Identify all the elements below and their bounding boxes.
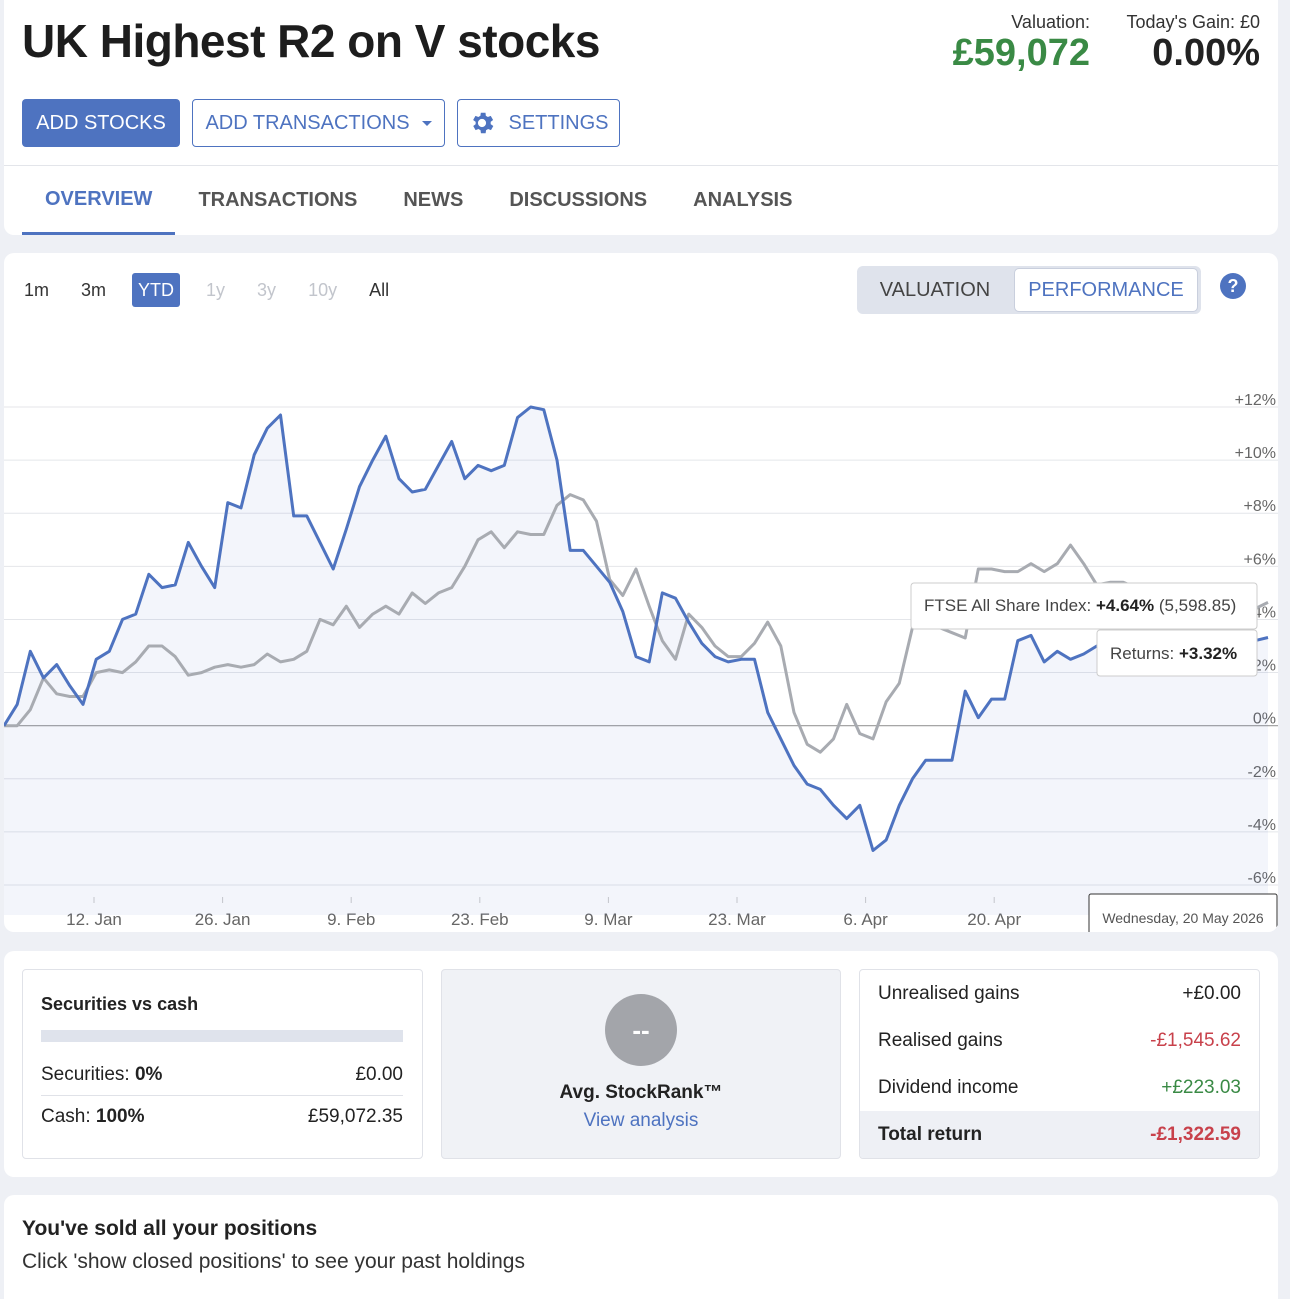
- securities-vs-cash-panel: Securities vs cash Securities: 0% £0.00 …: [22, 969, 423, 1159]
- tab-discussions[interactable]: DISCUSSIONS: [486, 166, 670, 235]
- caret-down-icon: [421, 120, 432, 126]
- securities-value: £0.00: [355, 1064, 403, 1085]
- gain-value: +£0.00: [1182, 982, 1241, 1004]
- cash-percent: 100%: [95, 1106, 145, 1127]
- returns-area: [4, 407, 1268, 915]
- page-title: UK Highest R2 on V stocks: [22, 15, 600, 67]
- y-tick-label: +10%: [1235, 445, 1276, 462]
- stockrank-label: Avg. StockRank™: [559, 1082, 723, 1103]
- y-tick-label: +12%: [1235, 392, 1276, 409]
- performance-chart-card: 1m 3m YTD 1y 3y 10y All VALUATION PERFOR…: [4, 253, 1278, 932]
- gain-value: +£223.03: [1161, 1076, 1241, 1098]
- ftse-tooltip-text: FTSE All Share Index: +4.64% (5,598.85): [924, 596, 1236, 615]
- unrealised-gains-row: Unrealised gains +£0.00: [860, 970, 1259, 1017]
- securities-percent: 0%: [134, 1064, 163, 1085]
- securities-vs-cash-title: Securities vs cash: [41, 994, 199, 1014]
- gains-panel: Unrealised gains +£0.00 Realised gains -…: [859, 969, 1260, 1159]
- performance-chart[interactable]: +12%+10%+8%+6%4%2%0%-2%-4%-6%12. Jan 26. …: [4, 253, 1278, 932]
- portfolio-header: UK Highest R2 on V stocks Valuation: £59…: [4, 0, 1278, 235]
- realised-gains-row: Realised gains -£1,545.62: [860, 1017, 1259, 1064]
- gain-label: Unrealised gains: [878, 982, 1020, 1004]
- tab-overview[interactable]: OVERVIEW: [22, 166, 176, 235]
- gain-label: Dividend income: [878, 1076, 1019, 1098]
- summary-card: Securities vs cash Securities: 0% £0.00 …: [4, 951, 1278, 1177]
- securities-label: Securities:: [41, 1064, 130, 1085]
- tab-analysis[interactable]: ANALYSIS: [670, 166, 815, 235]
- add-transactions-label: ADD TRANSACTIONS: [205, 111, 410, 134]
- todays-gain-value: 0.00%: [1152, 32, 1260, 74]
- portfolio-tabs: OVERVIEW TRANSACTIONS NEWS DISCUSSIONS A…: [22, 166, 815, 235]
- securities-row: Securities: 0% £0.00: [41, 1064, 403, 1086]
- todays-gain-label: Today's Gain: £0: [1126, 12, 1260, 32]
- positions-title: You've sold all your positions: [22, 1217, 318, 1240]
- valuation-value: £59,072: [952, 32, 1090, 74]
- settings-label: SETTINGS: [508, 111, 609, 134]
- stockrank-badge: --: [605, 994, 677, 1066]
- valuation-label: Valuation:: [1011, 12, 1090, 32]
- gain-label: Realised gains: [878, 1029, 1003, 1051]
- add-stocks-label: ADD STOCKS: [36, 111, 166, 134]
- tab-transactions[interactable]: TRANSACTIONS: [175, 166, 380, 235]
- row-divider: [41, 1095, 403, 1096]
- cash-label: Cash:: [41, 1106, 91, 1127]
- settings-button[interactable]: SETTINGS: [457, 99, 620, 147]
- add-stocks-button[interactable]: ADD STOCKS: [22, 99, 180, 147]
- date-label: Wednesday, 20 May 2026: [1102, 910, 1264, 926]
- view-analysis-link[interactable]: View analysis: [442, 1110, 840, 1132]
- gain-label: Total return: [878, 1123, 983, 1145]
- dividend-income-row: Dividend income +£223.03: [860, 1064, 1259, 1111]
- stockrank-panel: -- Avg. StockRank™ View analysis: [441, 969, 841, 1159]
- gain-value: -£1,545.62: [1150, 1029, 1241, 1051]
- add-transactions-button[interactable]: ADD TRANSACTIONS: [192, 99, 445, 147]
- y-tick-label: +6%: [1244, 551, 1276, 568]
- todays-gain-block: Today's Gain: £0 0.00%: [1126, 12, 1260, 75]
- allocation-bar: [41, 1030, 403, 1042]
- valuation-block: Valuation: £59,072: [953, 12, 1090, 75]
- gain-value: -£1,322.59: [1150, 1123, 1241, 1145]
- cash-value: £59,072.35: [307, 1106, 403, 1127]
- returns-tooltip-text: Returns: +3.32%: [1110, 644, 1237, 663]
- y-tick-label: +8%: [1244, 498, 1276, 515]
- positions-subtitle: Click 'show closed positions' to see you…: [22, 1250, 525, 1273]
- cash-row: Cash: 100% £59,072.35: [41, 1106, 403, 1128]
- total-return-row: Total return -£1,322.59: [860, 1111, 1259, 1158]
- tab-news[interactable]: NEWS: [380, 166, 486, 235]
- positions-card: You've sold all your positions Click 'sh…: [4, 1195, 1278, 1299]
- gear-icon: [468, 109, 496, 137]
